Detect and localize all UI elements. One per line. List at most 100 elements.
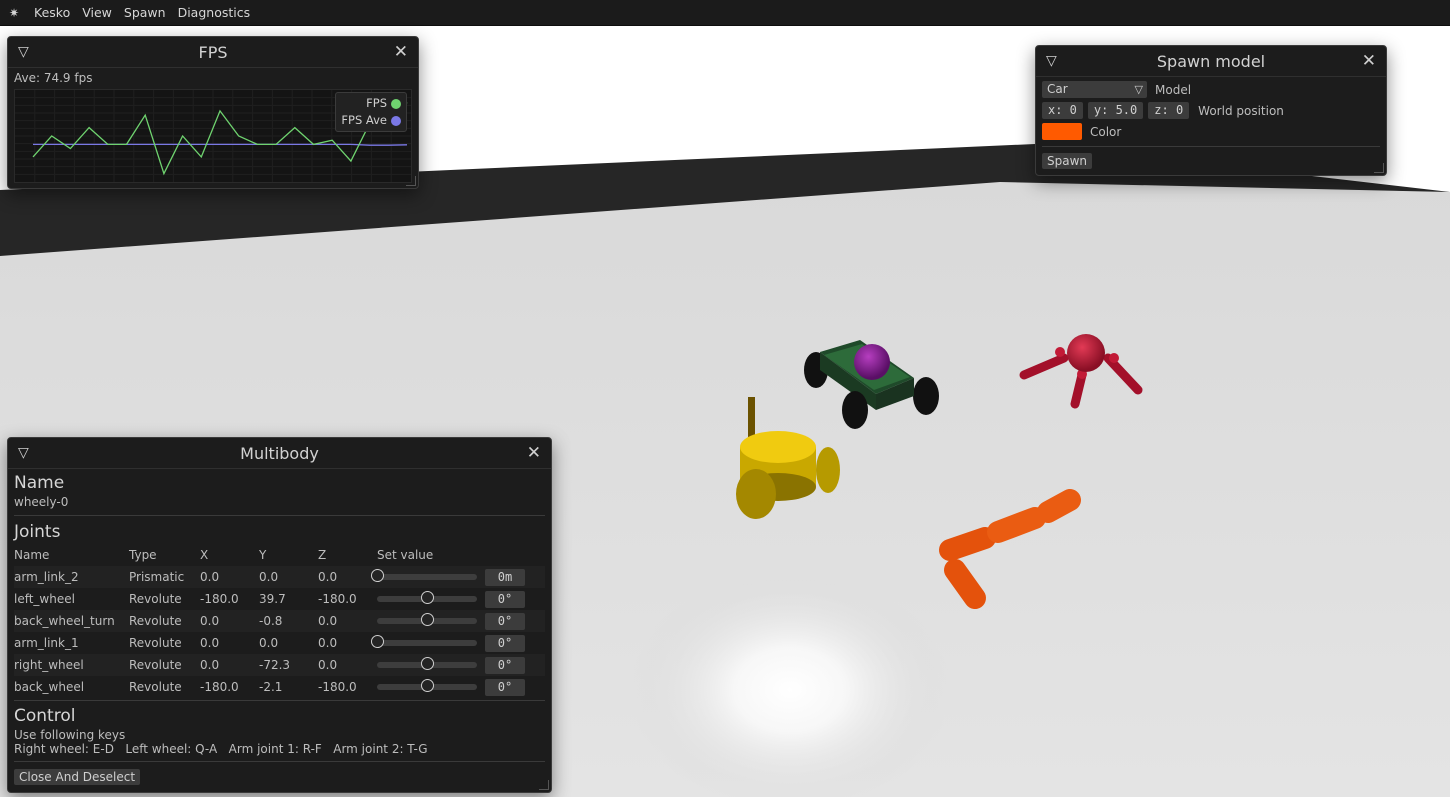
joint-name: arm_link_1 [14,636,79,650]
slider-knob[interactable] [421,613,434,626]
menu-spawn[interactable]: Spawn [124,5,166,20]
joint-value-cell: 0° [485,588,545,610]
table-row: left_wheel Revolute -180.0 39.7 -180.0 0° [14,588,545,610]
table-row: back_wheel Revolute -180.0 -2.1 -180.0 0° [14,676,545,698]
joint-name: back_wheel [14,680,85,694]
slider-knob[interactable] [371,635,384,648]
joint-value-cell: 0° [485,676,545,698]
joint-value-field[interactable]: 0m [485,568,525,586]
slider-track [377,574,477,580]
model-select[interactable]: Car ▽ [1042,81,1147,98]
fps-legend: FPS FPS Ave [335,92,407,132]
joint-x: -180.0 [200,680,239,694]
spawn-window-titlebar[interactable]: ▽ Spawn model ✕ [1036,46,1386,77]
joint-type: Revolute [129,636,182,650]
joint-name: back_wheel_turn [14,610,129,632]
menu-bar: ✷ Kesko View Spawn Diagnostics [0,0,1450,26]
z-position-field[interactable]: z: 0 [1148,102,1190,119]
joint-z: 0.0 [318,636,338,650]
col-y: Y [259,548,267,562]
x-position-field[interactable]: x: 0 [1042,102,1083,119]
joint-value-field[interactable]: 0° [485,678,525,696]
joint-z: 0.0 [318,566,377,588]
close-icon[interactable]: ✕ [394,42,408,62]
joint-slider[interactable] [377,679,477,695]
legend-item-fps-ave[interactable]: FPS Ave [341,112,401,129]
joint-slider[interactable] [371,635,477,651]
legend-label: FPS [366,96,387,110]
col-value-box [485,544,545,566]
joint-slider[interactable] [371,569,477,585]
joint-slider[interactable] [377,591,477,607]
menu-view[interactable]: View [82,5,112,20]
joint-y: 0.0 [259,636,279,650]
close-icon[interactable]: ✕ [527,443,541,463]
legend-item-fps[interactable]: FPS [341,95,401,112]
slider-knob[interactable] [371,569,384,582]
joint-z: -180.0 [318,592,357,606]
joint-value-field[interactable]: 0° [485,590,525,608]
multibody-window: ▽ Multibody ✕ Name wheely-0 Joints Name … [7,437,552,793]
joint-y: -0.8 [259,610,318,632]
slider-knob[interactable] [421,591,434,604]
spawn-model-window: ▽ Spawn model ✕ Car ▽ Model x: 0 y: 5.0 … [1035,45,1387,176]
joint-type: Revolute [129,680,182,694]
divider [14,700,545,701]
y-position-field[interactable]: y: 5.0 [1087,102,1144,119]
fps-average: Ave: 74.9 fps [14,71,93,85]
table-row: right_wheel Revolute 0.0 -72.3 0.0 0° [14,654,545,676]
joint-value-cell: 0° [485,632,545,654]
multibody-window-title: Multibody [240,444,319,463]
col-set-value: Set value [377,548,434,562]
joint-value-cell: 0° [485,654,545,676]
joint-value-field[interactable]: 0° [485,656,525,674]
joint-x: 0.0 [200,636,220,650]
model-select-value: Car [1047,82,1068,96]
fps-window-titlebar[interactable]: ▽ FPS ✕ [8,37,418,68]
slider-knob[interactable] [421,679,434,692]
joint-value-field[interactable]: 0° [485,634,525,652]
joint-z: 0.0 [318,654,377,676]
legend-dot-icon [391,98,401,109]
joint-y: 0.0 [259,566,318,588]
joint-y: 39.7 [259,592,286,606]
joint-slider[interactable] [377,657,477,673]
fps-plot[interactable]: FPS FPS Ave [14,89,412,183]
color-row: Color [1042,123,1121,140]
resize-grip[interactable] [406,176,416,186]
spawn-button[interactable]: Spawn [1042,153,1093,169]
joint-slider[interactable] [377,613,477,629]
table-row: arm_link_2 Prismatic 0.0 0.0 0.0 0m [14,566,545,588]
legend-dot-icon [391,115,401,126]
model-label: Model [1155,82,1192,97]
multibody-window-titlebar[interactable]: ▽ Multibody ✕ [8,438,551,469]
slider-knob[interactable] [421,657,434,670]
color-picker[interactable] [1042,123,1082,140]
divider [14,761,545,762]
col-type: Type [129,548,157,562]
joint-y: -72.3 [259,654,318,676]
close-and-deselect-button[interactable]: Close And Deselect [14,769,141,785]
col-z: Z [318,548,327,562]
control-heading: Control [14,706,76,726]
menu-diagnostics[interactable]: Diagnostics [178,5,251,20]
position-label: World position [1198,103,1284,118]
joint-slider-cell [371,632,485,654]
resize-grip[interactable] [539,780,549,790]
divider [1042,146,1380,147]
joint-value-field[interactable]: 0° [485,612,525,630]
col-name: Name [14,548,50,562]
close-icon[interactable]: ✕ [1362,51,1376,71]
col-x: X [200,548,209,562]
menu-kesko[interactable]: Kesko [34,5,70,20]
joint-slider-cell [371,566,485,588]
resize-grip[interactable] [1374,163,1384,173]
control-intro: Use following keys [14,728,126,742]
joint-name: right_wheel [14,654,129,676]
joint-slider-cell [377,588,485,610]
joint-slider-cell [377,610,485,632]
table-row: arm_link_1 Revolute 0.0 0.0 0.0 0° [14,632,545,654]
position-row: x: 0 y: 5.0 z: 0 World position [1042,102,1284,119]
gear-icon[interactable]: ✷ [9,6,23,20]
joint-slider-cell [377,654,485,676]
